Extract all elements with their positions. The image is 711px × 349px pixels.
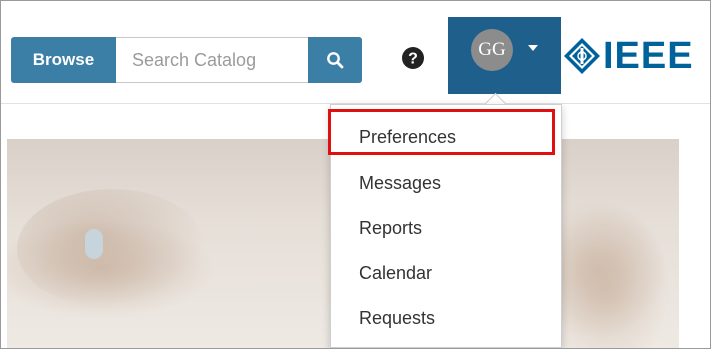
- top-header: Browse ? GG IE: [1, 1, 710, 104]
- menu-item-requests[interactable]: Requests: [331, 296, 561, 340]
- menu-item-calendar[interactable]: Calendar: [331, 251, 561, 295]
- ieee-logo[interactable]: IEEE: [563, 29, 710, 83]
- app-frame: Browse ? GG IE: [0, 0, 711, 349]
- highlight-box: [328, 109, 555, 155]
- menu-item-reports[interactable]: Reports: [331, 206, 561, 250]
- menu-item-messages[interactable]: Messages: [331, 161, 561, 205]
- search-input[interactable]: [116, 37, 308, 83]
- search-icon: [327, 52, 344, 69]
- logo-text: IEEE: [603, 34, 694, 77]
- ieee-diamond-icon: [564, 38, 600, 74]
- user-menu-toggle[interactable]: GG: [448, 17, 561, 94]
- help-icon[interactable]: ?: [401, 46, 425, 70]
- avatar[interactable]: GG: [471, 29, 513, 71]
- hero-hand-left: [17, 189, 207, 309]
- browse-button[interactable]: Browse: [11, 37, 116, 83]
- hero-pen: [85, 229, 103, 259]
- svg-text:?: ?: [408, 51, 418, 68]
- caret-down-icon[interactable]: [528, 45, 538, 51]
- search-button[interactable]: [308, 37, 362, 83]
